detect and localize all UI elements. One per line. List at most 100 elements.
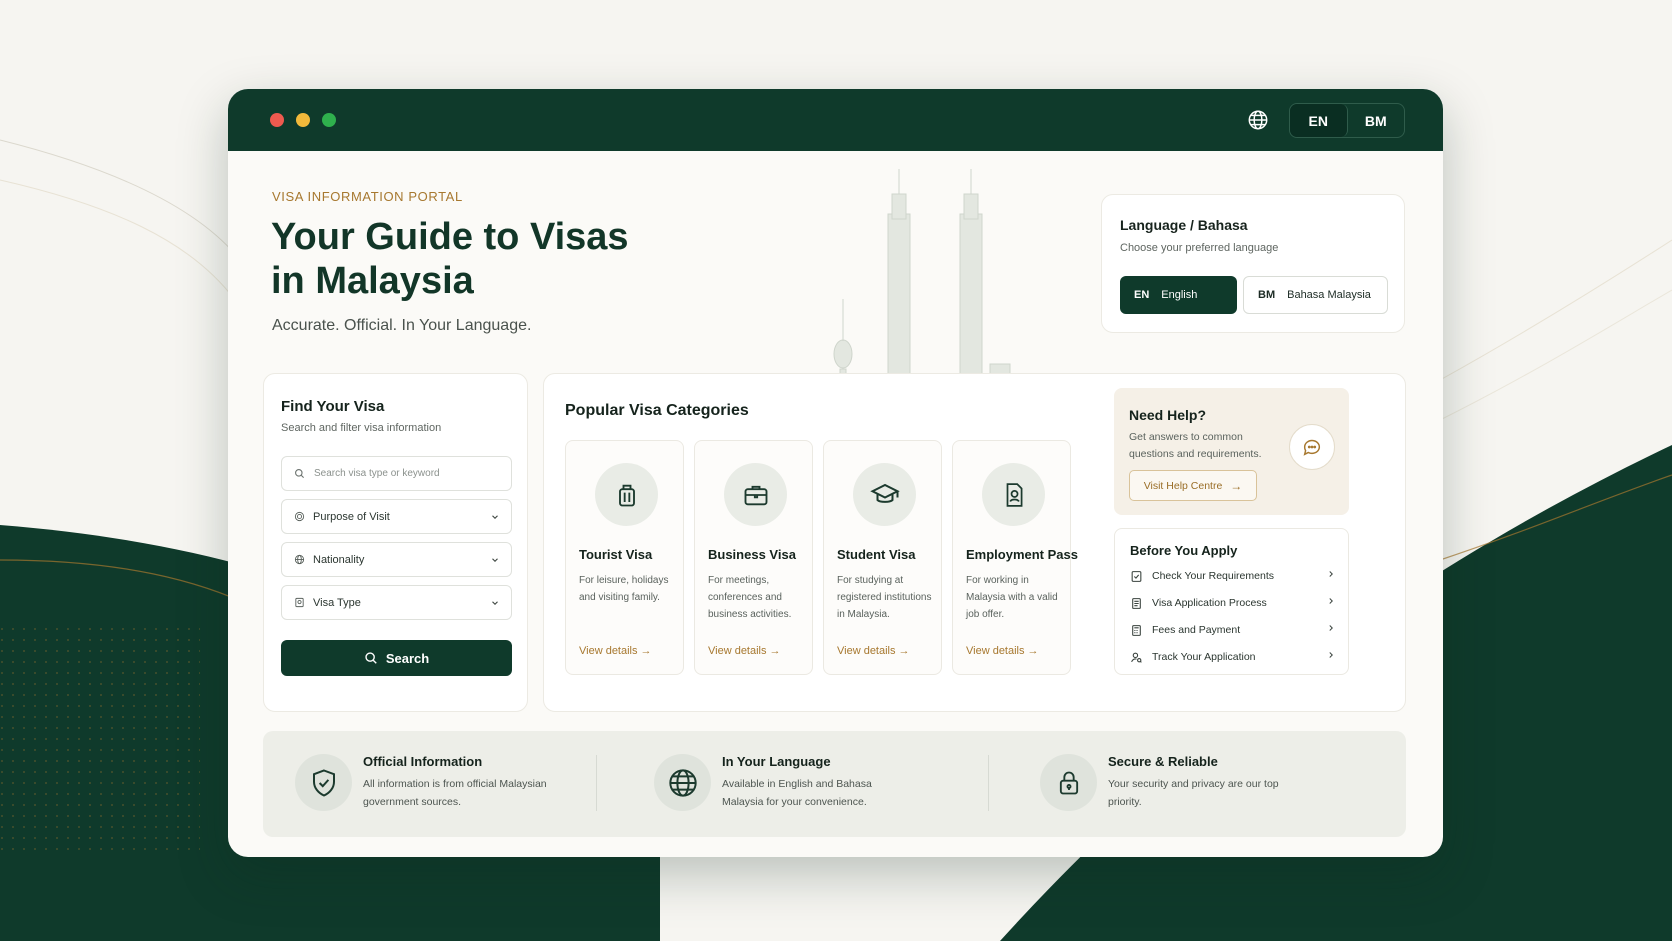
popular-categories-panel: Popular Visa Categories Tourist Visa For… bbox=[543, 373, 1406, 712]
help-title: Need Help? bbox=[1129, 407, 1207, 423]
visa-card-business[interactable]: Business Visa For meetings, conferences … bbox=[694, 440, 813, 675]
search-placeholder: Search visa type or keyword bbox=[314, 468, 440, 479]
chat-bubble-icon[interactable] bbox=[1289, 424, 1335, 470]
minimize-window-button[interactable] bbox=[296, 113, 310, 127]
visa-card-desc: For leisure, holidays and visiting famil… bbox=[579, 575, 669, 603]
before-apply-item[interactable]: Visa Application Process bbox=[1130, 593, 1336, 613]
calculator-icon bbox=[1130, 624, 1143, 637]
feature-text: Your security and privacy are our top pr… bbox=[1108, 778, 1279, 808]
feature-title: Official Information bbox=[363, 754, 483, 769]
features-strip: Official Information All information is … bbox=[263, 731, 1406, 837]
language-card-title: Language / Bahasa bbox=[1120, 217, 1248, 233]
maximize-window-button[interactable] bbox=[322, 113, 336, 127]
purpose-of-visit-select[interactable]: Purpose of Visit bbox=[281, 499, 512, 534]
view-details-link[interactable]: View details → bbox=[708, 645, 781, 657]
visa-card-desc: For meetings, conferences and business a… bbox=[708, 575, 792, 620]
language-toggle: EN BM bbox=[1289, 103, 1405, 138]
lang-toggle-bm[interactable]: BM bbox=[1348, 104, 1405, 137]
arrow-right-icon: → bbox=[1230, 478, 1243, 493]
language-code: BM bbox=[1258, 289, 1276, 301]
search-button[interactable]: Search bbox=[281, 640, 512, 676]
before-you-apply-card: Before You Apply Check Your Requirements… bbox=[1114, 528, 1349, 675]
need-help-card: Need Help? Get answers to common questio… bbox=[1114, 388, 1349, 515]
nationality-select[interactable]: Nationality bbox=[281, 542, 512, 577]
language-label: English bbox=[1161, 289, 1198, 301]
chevron-down-icon bbox=[492, 558, 498, 563]
view-details-link[interactable]: View details → bbox=[579, 645, 652, 657]
chevron-right-icon bbox=[1329, 571, 1333, 577]
before-apply-item[interactable]: Check Your Requirements bbox=[1130, 566, 1336, 586]
item-label: Check Your Requirements bbox=[1152, 570, 1274, 582]
visit-help-centre-button[interactable]: Visit Help Centre → bbox=[1129, 470, 1257, 501]
visa-card-name: Tourist Visa bbox=[579, 547, 653, 562]
chevron-right-icon bbox=[1329, 652, 1333, 658]
chevron-down-icon bbox=[492, 601, 498, 606]
visa-card-name: Employment Pass bbox=[966, 547, 1078, 562]
title-bar: EN BM bbox=[228, 89, 1443, 151]
visa-card-desc: For studying at registered institutions … bbox=[837, 575, 932, 620]
language-option-bahasa[interactable]: BM Bahasa Malaysia bbox=[1243, 276, 1388, 314]
visa-card-name: Business Visa bbox=[708, 547, 796, 562]
before-apply-item[interactable]: Fees and Payment bbox=[1130, 620, 1336, 640]
find-visa-subtitle: Search and filter visa information bbox=[281, 422, 442, 434]
feature-title: Secure & Reliable bbox=[1108, 754, 1218, 769]
feature-text: All information is from official Malaysi… bbox=[363, 778, 547, 808]
feature-title: In Your Language bbox=[722, 754, 831, 769]
checklist-icon bbox=[1130, 570, 1143, 583]
lang-toggle-en[interactable]: EN bbox=[1290, 104, 1348, 137]
globe-icon bbox=[654, 754, 711, 811]
search-icon bbox=[365, 652, 377, 664]
chevron-right-icon bbox=[1329, 598, 1333, 604]
search-button-label: Search bbox=[385, 650, 430, 666]
browser-window: EN BM VISA INFORMATION PORTAL Your Guide… bbox=[228, 89, 1443, 857]
visa-card-name: Student Visa bbox=[837, 547, 916, 562]
search-icon bbox=[295, 469, 305, 479]
visa-card-employment[interactable]: Employment Pass For working in Malaysia … bbox=[952, 440, 1078, 675]
popular-categories-title: Popular Visa Categories bbox=[565, 402, 749, 419]
target-icon bbox=[294, 511, 305, 522]
find-visa-panel: Find Your Visa Search and filter visa in… bbox=[263, 373, 528, 712]
item-label: Fees and Payment bbox=[1152, 624, 1241, 636]
page-title: Your Guide to Visas in Malaysia bbox=[271, 216, 629, 302]
chevron-right-icon bbox=[1329, 625, 1333, 631]
hero-eyebrow: VISA INFORMATION PORTAL bbox=[272, 189, 463, 204]
user-search-icon bbox=[1130, 651, 1143, 664]
id-badge-icon bbox=[982, 463, 1045, 526]
divider bbox=[596, 755, 597, 811]
help-text: Get answers to common questions and requ… bbox=[1129, 431, 1262, 460]
briefcase-icon bbox=[724, 463, 787, 526]
visa-card-student[interactable]: Student Visa For studying at registered … bbox=[823, 440, 942, 675]
view-details-link[interactable]: View details → bbox=[966, 645, 1039, 657]
visa-card-desc: For working in Malaysia with a valid job… bbox=[966, 575, 1058, 620]
item-label: Track Your Application bbox=[1152, 651, 1256, 663]
select-label: Nationality bbox=[313, 553, 365, 566]
lock-icon bbox=[1040, 754, 1097, 811]
before-apply-title: Before You Apply bbox=[1130, 543, 1238, 558]
select-label: Visa Type bbox=[313, 596, 361, 609]
feature-text: Available in English and Bahasa Malaysia… bbox=[722, 778, 872, 808]
divider bbox=[988, 755, 989, 811]
language-card-subtitle: Choose your preferred language bbox=[1120, 242, 1279, 254]
language-selection-card: Language / Bahasa Choose your preferred … bbox=[1101, 194, 1405, 333]
item-label: Visa Application Process bbox=[1152, 597, 1267, 609]
graduation-cap-icon bbox=[853, 463, 916, 526]
language-code: EN bbox=[1134, 289, 1150, 301]
luggage-icon bbox=[595, 463, 658, 526]
visa-type-select[interactable]: Visa Type bbox=[281, 585, 512, 620]
language-option-english[interactable]: EN English bbox=[1120, 276, 1237, 314]
view-details-link[interactable]: View details → bbox=[837, 645, 910, 657]
find-visa-title: Find Your Visa bbox=[281, 398, 385, 415]
before-apply-item[interactable]: Track Your Application bbox=[1130, 647, 1336, 667]
shield-check-icon bbox=[295, 754, 352, 811]
globe-icon[interactable] bbox=[1247, 109, 1269, 131]
chevron-down-icon bbox=[492, 515, 498, 520]
visa-card-tourist[interactable]: Tourist Visa For leisure, holidays and v… bbox=[565, 440, 684, 675]
close-window-button[interactable] bbox=[270, 113, 284, 127]
document-icon bbox=[1130, 597, 1143, 610]
select-label: Purpose of Visit bbox=[313, 510, 390, 523]
globe-icon bbox=[294, 554, 305, 565]
hero-subtitle: Accurate. Official. In Your Language. bbox=[272, 317, 532, 334]
search-input[interactable]: Search visa type or keyword bbox=[281, 456, 512, 491]
passport-icon bbox=[294, 597, 305, 608]
language-label: Bahasa Malaysia bbox=[1287, 289, 1371, 301]
